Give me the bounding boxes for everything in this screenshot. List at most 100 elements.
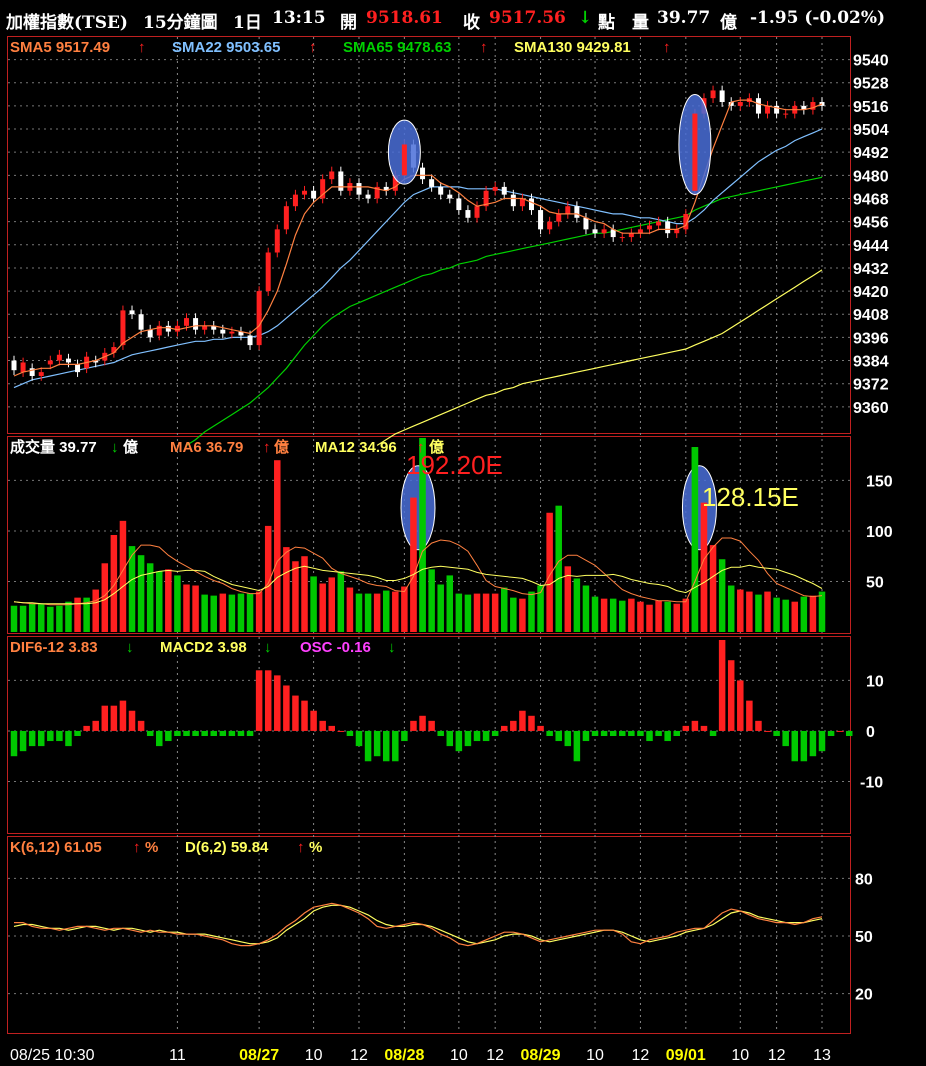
candle-body [129, 310, 135, 315]
candle-body [283, 206, 289, 230]
candle-body [547, 221, 553, 230]
legend-sma130-arrow: ↑ [663, 39, 671, 56]
volume-tick-label: 50 [866, 574, 884, 591]
macd-bar [446, 730, 454, 747]
sma130-line [376, 269, 823, 446]
candle-body [365, 194, 371, 199]
macd-bar [546, 730, 553, 736]
macd-bar [301, 700, 308, 731]
price-tick-label: 9360 [853, 400, 889, 417]
candle-body [601, 229, 607, 234]
volume-bar [773, 597, 780, 632]
volume-bar [491, 593, 499, 632]
legend-macd: MACD2 3.98 [160, 639, 247, 656]
kd-tick-label: 50 [855, 929, 873, 946]
volume-bar [210, 595, 217, 632]
volume-bar [28, 603, 36, 632]
volume-bar [510, 597, 517, 632]
volume-bar [401, 586, 408, 632]
candle-body [147, 329, 153, 338]
macd-bars [10, 640, 853, 762]
candle-body [311, 190, 317, 199]
macd-bar [727, 660, 735, 731]
candle-body [492, 186, 498, 191]
macd-bar [782, 730, 789, 747]
macd-bar [110, 705, 118, 731]
volume-bar [219, 593, 227, 632]
macd-bar [691, 720, 699, 731]
price-tick-label: 9432 [853, 261, 889, 278]
macd-bar [28, 730, 36, 747]
volume-bar [682, 598, 690, 632]
candle-body [75, 364, 81, 373]
legend-sma22-arrow: ↑ [309, 39, 317, 56]
volume-bar [274, 460, 281, 632]
price-y-ticks: 9540 9528 9516 9504 9492 9480 9468 9456 9444 9432… [853, 53, 889, 417]
panel-frame-kd [7, 836, 851, 1034]
volume-bar [92, 589, 99, 632]
x-tick-label: 11 [169, 1047, 186, 1064]
legend-sma130: SMA130 9429.81 [514, 39, 631, 56]
volume-tick-label: 150 [866, 473, 893, 490]
volume-bar [364, 593, 372, 632]
candle-body [438, 186, 444, 195]
candle-body [120, 310, 126, 346]
candle-body [38, 372, 44, 376]
macd-bar [74, 730, 81, 736]
x-tick-label: 08/25 10:30 [10, 1047, 95, 1064]
candle-body [229, 331, 235, 334]
legend-osc-arrow: ↓ [388, 639, 396, 656]
candle-body [656, 221, 662, 226]
x-tick-label: 08/28 [384, 1047, 424, 1064]
candle-body [302, 190, 308, 195]
macd-bar [664, 730, 671, 742]
kd-tick-label: 80 [855, 871, 873, 888]
macd-bar [292, 695, 299, 731]
price-tick-label: 9456 [853, 215, 889, 232]
legend-k: K(6,12) 61.05 [10, 839, 102, 856]
volume-bar [437, 584, 444, 632]
macd-bar [609, 730, 617, 736]
volume-bar [700, 502, 708, 632]
price-tick-label: 9528 [853, 76, 889, 93]
volume-bar [201, 594, 208, 632]
candle-body [338, 171, 344, 191]
macd-bar [183, 730, 190, 736]
legend-ma6-arrow: ↑ [263, 439, 271, 456]
candle-body [420, 167, 426, 180]
volume-bar [110, 534, 118, 632]
macd-bar [283, 685, 290, 731]
macd-tick-label: 10 [866, 673, 884, 690]
candle-body [501, 186, 507, 195]
macd-bar [836, 730, 844, 732]
legend-volume: 成交量 39.77 [10, 438, 97, 456]
macd-bar [600, 730, 608, 736]
price-tick-label: 9540 [853, 53, 889, 70]
legend-volume-unit: 億 [123, 438, 138, 456]
volume-bar [373, 593, 381, 632]
macd-bar [700, 725, 708, 731]
volume-bar [392, 591, 399, 632]
macd-tick-label: 0 [866, 724, 875, 741]
volume-bar [591, 596, 599, 632]
volume-bar [47, 606, 54, 632]
kd-lines [13, 902, 823, 947]
macd-bar [655, 730, 662, 736]
volume-bar [455, 593, 463, 632]
macd-bar [328, 725, 336, 731]
volume-bar [646, 604, 653, 632]
macd-bar [682, 725, 690, 731]
volume-bar [637, 601, 644, 632]
legend-sma22: SMA22 9503.65 [172, 39, 280, 56]
price-tick-label: 9504 [853, 122, 889, 139]
volume-bar [237, 593, 245, 632]
volume-bar [228, 594, 236, 632]
x-tick-label: 10 [731, 1047, 749, 1064]
macd-bar [845, 730, 853, 736]
macd-bar [165, 730, 172, 742]
price-tick-label: 9372 [853, 377, 889, 394]
macd-bar [128, 710, 136, 731]
macd-bar [337, 730, 345, 732]
volume-bar [337, 571, 345, 632]
volume-bar [464, 594, 472, 632]
